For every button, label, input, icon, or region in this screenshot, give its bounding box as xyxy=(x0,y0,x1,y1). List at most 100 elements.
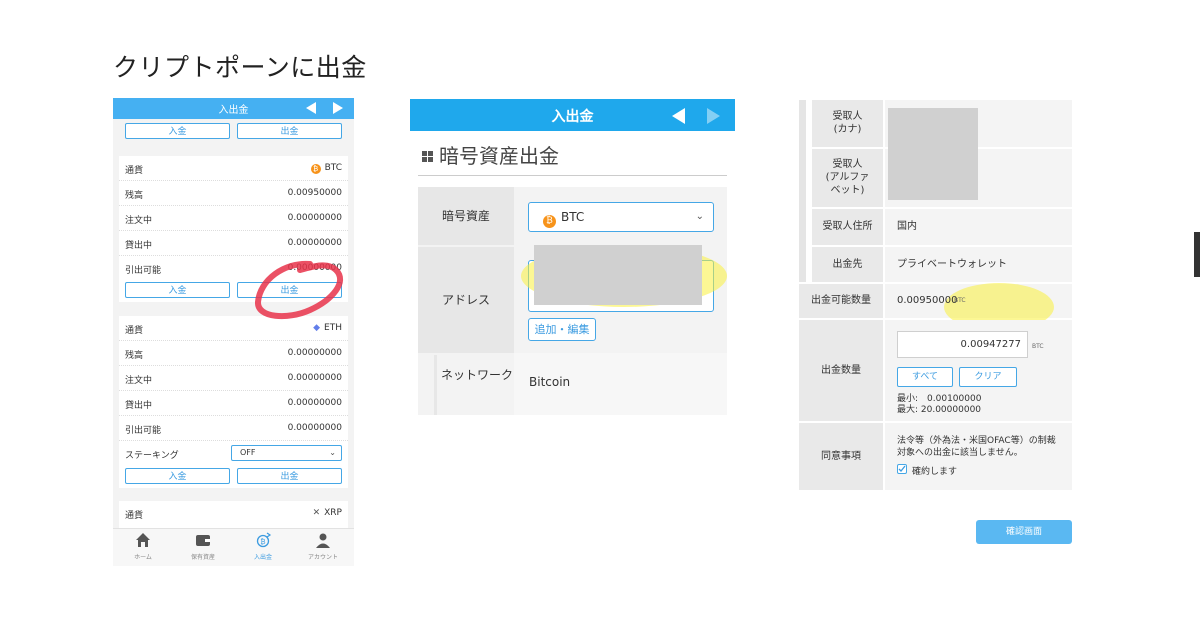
clear-button[interactable]: クリア xyxy=(959,367,1017,387)
mobile-deposit-withdraw-screen: 入出金 入金 出金 通貨 ₿ BTC 残高 0.00950000 注文中 0.00… xyxy=(113,98,354,566)
divider xyxy=(418,175,727,176)
table-row: 引出可能 0.00000000 xyxy=(119,416,348,441)
table-row: 注文中 0.00000000 xyxy=(119,366,348,391)
header-title: 入出金 xyxy=(218,105,249,116)
nav-item-account[interactable]: アカウント xyxy=(293,531,353,561)
prev-arrow-icon[interactable] xyxy=(672,108,685,124)
section-title-text: 暗号資産出金 xyxy=(439,144,559,168)
redacted-address xyxy=(534,245,702,305)
row-label: 貸出中 xyxy=(125,241,153,251)
table-row: 注文中 0.00000000 xyxy=(119,206,348,231)
bitcoin-icon: ₿ xyxy=(310,164,321,174)
nav-item-assets[interactable]: 保有資産 xyxy=(173,531,233,561)
app-header: 入出金 xyxy=(113,98,354,119)
xrp-balance-card: 通貨 ✕ XRP xyxy=(119,501,348,528)
wallet-icon xyxy=(173,531,233,551)
btc-deposit-button[interactable]: 入金 xyxy=(125,282,230,298)
edge-bar xyxy=(1194,232,1200,277)
confirm-checkbox[interactable] xyxy=(897,464,907,474)
divider xyxy=(799,100,806,282)
destination-value: プライベートウォレット xyxy=(885,247,1072,282)
row-value: 0.00000000 xyxy=(287,348,342,358)
currency-label: 通貨 xyxy=(125,511,144,521)
table-row: 貸出中 0.00000000 xyxy=(119,231,348,256)
withdraw-amount-input[interactable]: 0.00947277 xyxy=(897,331,1028,358)
add-edit-button[interactable]: 追加・編集 xyxy=(528,318,596,341)
deposit-withdraw-icon: ₿ xyxy=(233,531,293,551)
all-button[interactable]: すべて xyxy=(897,367,953,387)
staking-row: ステーキング OFF ⌄ xyxy=(119,441,348,466)
tab-deposit[interactable]: 入金 xyxy=(125,123,230,139)
svg-text:₿: ₿ xyxy=(260,538,265,546)
chevron-down-icon: ⌄ xyxy=(695,211,704,222)
withdraw-table: 暗号資産 ₿ BTC ⌄ アドレス ⌄ 追加・編集 ネットワーク Bitcoin xyxy=(418,187,727,415)
table-row: 残高 0.00950000 xyxy=(119,181,348,206)
recipient-kana-label: 受取人 (カナ) xyxy=(812,100,883,147)
asset-select[interactable]: ₿ BTC ⌄ xyxy=(528,202,714,232)
nav-item-home[interactable]: ホーム xyxy=(113,531,173,561)
row-label: 貸出中 xyxy=(125,401,153,411)
recipient-address-label: 受取人住所 xyxy=(812,209,883,245)
account-icon xyxy=(293,531,353,551)
recipient-alphabet-label: 受取人 (アルファ ベット) xyxy=(812,149,883,207)
nav-label: ホーム xyxy=(134,554,152,561)
eth-withdraw-button[interactable]: 出金 xyxy=(237,468,342,484)
min-amount: 最小: 0.00100000 xyxy=(897,394,982,404)
row-value: 0.00000000 xyxy=(287,398,342,408)
app-header: 入出金 xyxy=(410,99,735,131)
row-value: 0.00000000 xyxy=(287,213,342,223)
grid-icon xyxy=(422,151,433,162)
divider xyxy=(434,355,437,415)
nav-label: 入出金 xyxy=(253,554,272,561)
withdraw-detail-form: 受取人 (カナ) 受取人 (アルファ ベット) 受取人住所 国内 出金先 プライ… xyxy=(799,100,1072,490)
withdraw-amount-label: 出金数量 xyxy=(799,320,883,421)
ethereum-icon: ◆ xyxy=(313,323,321,333)
row-value: 0.00000000 xyxy=(287,373,342,383)
address-label: アドレス xyxy=(418,247,514,353)
currency-row: 通貨 ₿ BTC xyxy=(119,156,348,181)
staking-label: ステーキング xyxy=(125,451,179,461)
section-title: 暗号資産出金 xyxy=(422,140,559,169)
row-label: 引出可能 xyxy=(125,266,162,276)
row-label: 注文中 xyxy=(125,376,153,386)
asset-label: 暗号資産 xyxy=(418,187,514,245)
available-amount-unit: BTC xyxy=(954,297,966,304)
prev-arrow-icon[interactable] xyxy=(306,102,316,114)
destination-label: 出金先 xyxy=(812,247,883,282)
row-label: 残高 xyxy=(125,191,144,201)
nav-item-deposit-withdraw[interactable]: ₿ 入出金 xyxy=(233,531,293,561)
eth-balance-card: 通貨 ◆ ETH 残高 0.00000000 注文中 0.00000000 貸出中… xyxy=(119,316,348,488)
row-value: 0.00000000 xyxy=(287,238,342,248)
consent-label: 同意事項 xyxy=(799,423,883,490)
staking-select[interactable]: OFF ⌄ xyxy=(231,445,342,461)
check-icon xyxy=(898,465,906,472)
bottom-nav: ホーム 保有資産 ₿ 入出金 アカウント xyxy=(113,528,354,566)
withdraw-amount-unit: BTC xyxy=(1032,343,1044,350)
currency-label: 通貨 xyxy=(125,326,144,336)
table-row: 残高 0.00000000 xyxy=(119,341,348,366)
crypto-withdraw-form: 入出金 暗号資産出金 暗号資産 ₿ BTC ⌄ アドレス ⌄ 追加・編集 ネットワ… xyxy=(410,99,735,415)
confirm-check-label: 確約します xyxy=(912,467,958,477)
asset-value: BTC xyxy=(561,210,585,224)
tab-withdraw[interactable]: 出金 xyxy=(237,123,342,139)
available-amount-value: 0.00950000 xyxy=(897,295,958,306)
nav-label: アカウント xyxy=(307,554,338,561)
currency-value: ETH xyxy=(324,323,342,333)
next-arrow-icon[interactable] xyxy=(707,108,720,124)
row-value: 0.00950000 xyxy=(287,188,342,198)
currency-row: 通貨 ✕ XRP xyxy=(119,501,348,526)
currency-value: XRP xyxy=(324,508,342,518)
available-amount-label: 出金可能数量 xyxy=(799,284,883,318)
eth-deposit-button[interactable]: 入金 xyxy=(125,468,230,484)
row-label: 注文中 xyxy=(125,216,153,226)
table-row: 貸出中 0.00000000 xyxy=(119,391,348,416)
recipient-address-value: 国内 xyxy=(885,209,1072,245)
row-label: 引出可能 xyxy=(125,426,162,436)
row-label: 残高 xyxy=(125,351,144,361)
header-title: 入出金 xyxy=(551,109,594,125)
next-arrow-icon[interactable] xyxy=(333,102,343,114)
confirm-screen-button[interactable]: 確認画面 xyxy=(976,520,1072,544)
page-title: クリプトポーンに出金 xyxy=(113,53,367,82)
nav-label: 保有資産 xyxy=(190,554,215,561)
network-label: ネットワーク xyxy=(440,355,514,415)
